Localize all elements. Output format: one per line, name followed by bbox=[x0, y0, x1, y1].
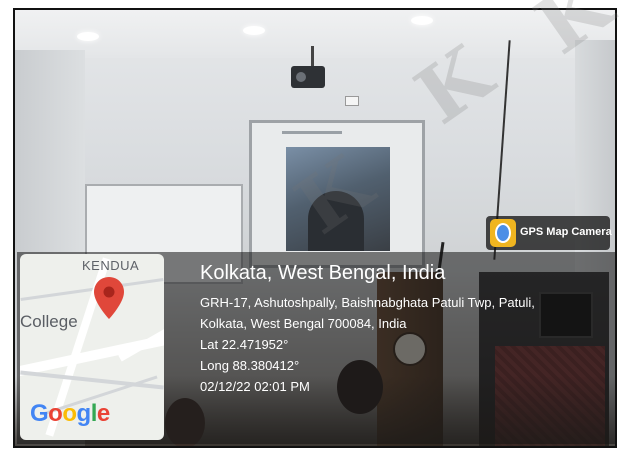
timestamp: 02/12/22 02:01 PM bbox=[200, 379, 310, 394]
projector-mount bbox=[311, 46, 314, 68]
gps-badge-label: GPS Map Camera bbox=[520, 226, 612, 238]
google-logo-letter: e bbox=[96, 400, 110, 427]
latitude: Lat 22.471952° bbox=[200, 337, 289, 352]
google-logo: Google bbox=[30, 400, 110, 428]
address-line: GRH-17, Ashutoshpally, Baishnabghata Pat… bbox=[200, 295, 535, 310]
location-title: Kolkata, West Bengal, India bbox=[200, 262, 446, 284]
wall-outlet bbox=[345, 96, 359, 106]
map-place-label: KENDUA bbox=[82, 258, 140, 273]
gps-map-camera-icon bbox=[490, 219, 516, 247]
ceiling-light bbox=[243, 26, 265, 35]
google-logo-letter: o bbox=[48, 400, 63, 427]
gps-map-camera-badge: GPS Map Camera bbox=[486, 216, 612, 250]
google-logo-letter: g bbox=[76, 400, 92, 427]
ceiling bbox=[15, 10, 615, 58]
location-info: Kolkata, West Bengal, India GRH-17, Ashu… bbox=[200, 262, 535, 394]
google-logo-letter: o bbox=[62, 400, 77, 427]
google-logo-letter: G bbox=[30, 400, 49, 427]
map-pin-icon bbox=[94, 277, 124, 319]
map-place-label: College bbox=[20, 312, 78, 331]
ceiling-light bbox=[411, 16, 433, 25]
ceiling-light bbox=[77, 32, 99, 41]
projector bbox=[291, 66, 325, 88]
projected-video bbox=[286, 147, 390, 251]
projection-screen bbox=[249, 120, 425, 268]
photo-frame: K K K GPS Map Camera KENDUA College Goog… bbox=[0, 0, 624, 453]
address-line: Kolkata, West Bengal 700084, India bbox=[200, 316, 407, 331]
longitude: Long 88.380412° bbox=[200, 358, 300, 373]
map-thumbnail: KENDUA College Google bbox=[20, 254, 164, 440]
